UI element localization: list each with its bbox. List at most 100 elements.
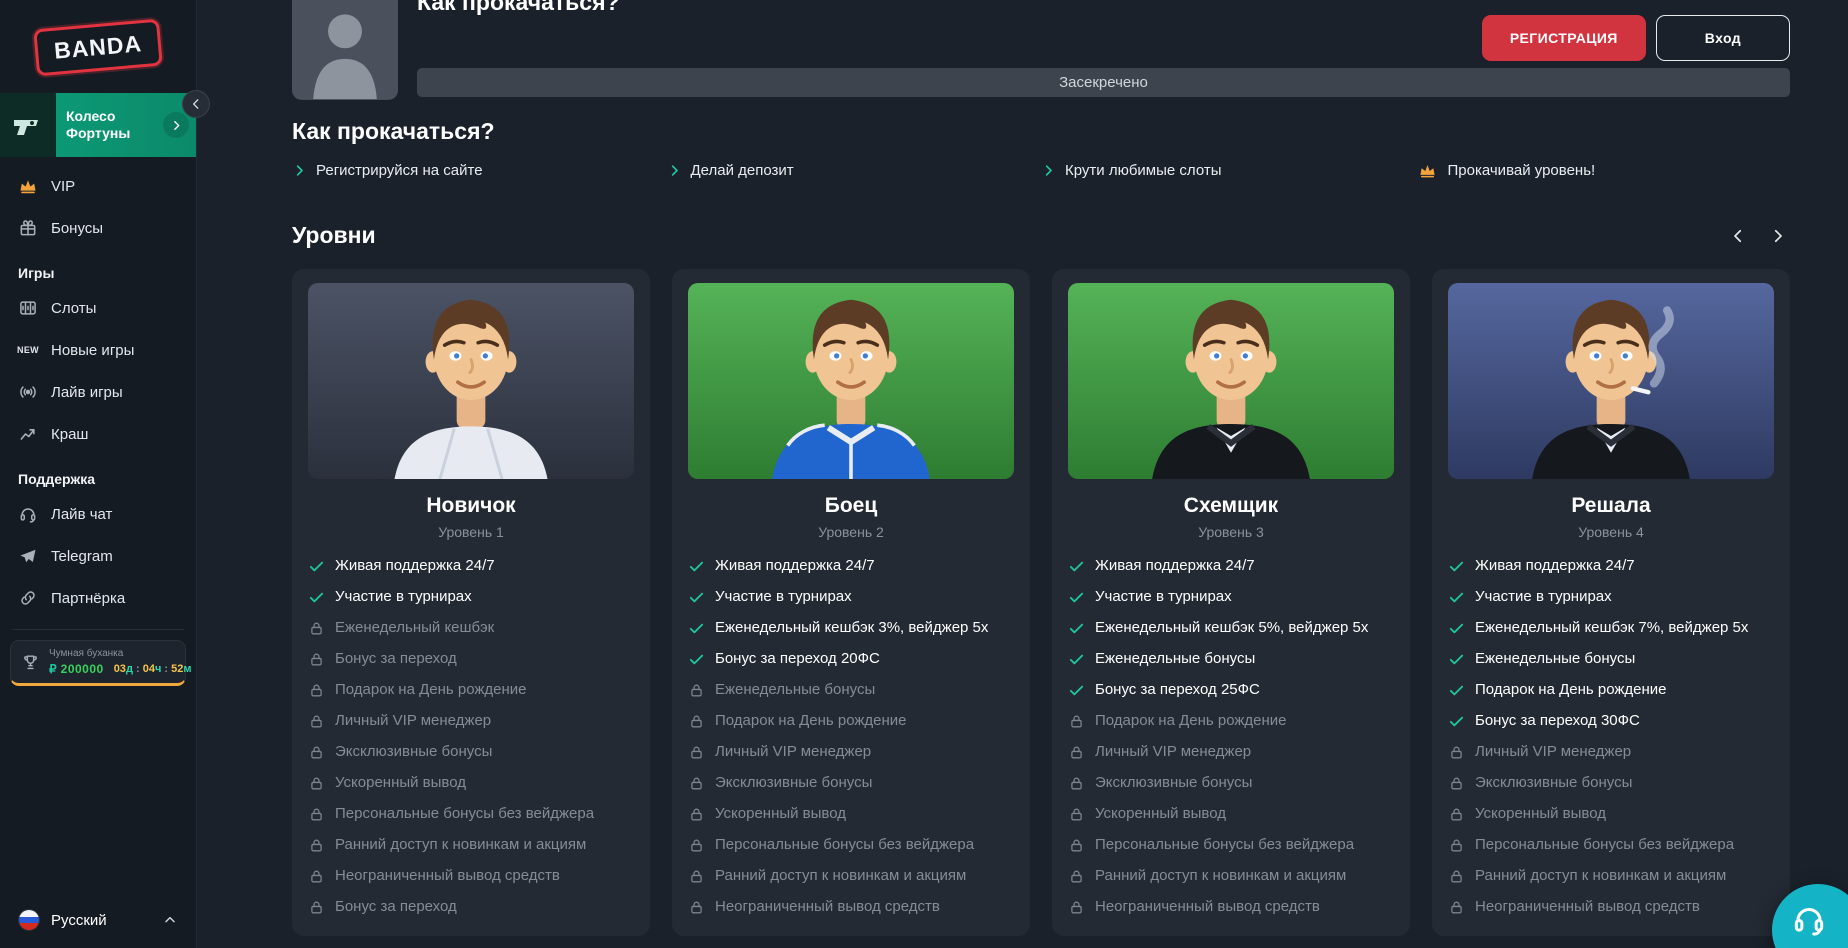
sidebar-item-vip[interactable]: VIP — [0, 165, 196, 207]
lock-icon — [688, 806, 705, 823]
lock-icon — [1068, 899, 1085, 916]
check-icon — [1068, 682, 1085, 699]
perk-item: Личный VIP менеджер — [1068, 743, 1394, 761]
perk-item: Бонус за переход 20ФС — [688, 650, 1014, 668]
tournament-promo-card[interactable]: Чумная буханка ₽ 200000 03д : 04ч : 52м — [10, 640, 186, 686]
levels-title: Уровни — [292, 222, 376, 249]
lock-icon — [1068, 837, 1085, 854]
level-card-3[interactable]: Схемщик Уровень 3 Живая поддержка 24/7 У… — [1052, 269, 1410, 936]
revolver-image — [0, 93, 56, 157]
lock-icon — [1448, 837, 1465, 854]
perk-item: Бонус за переход 30ФС — [1448, 712, 1774, 730]
perk-item: Живая поддержка 24/7 — [1068, 557, 1394, 575]
lock-icon — [1448, 806, 1465, 823]
live-icon — [18, 382, 38, 402]
level-card-1[interactable]: Новичок Уровень 1 Живая поддержка 24/7 У… — [292, 269, 650, 936]
lock-icon — [1068, 775, 1085, 792]
perk-list: Живая поддержка 24/7 Участие в турнирах … — [688, 557, 1014, 916]
perk-item: Эксклюзивные бонусы — [688, 774, 1014, 792]
check-icon — [1068, 620, 1085, 637]
sidebar-item-affiliate[interactable]: Партнёрка — [0, 577, 196, 619]
carousel-next-button[interactable] — [1766, 224, 1790, 248]
perk-item: Личный VIP менеджер — [308, 712, 634, 730]
crown-icon — [18, 176, 38, 196]
crown-icon — [1416, 161, 1439, 180]
sidebar-item-slots[interactable]: Слоты — [0, 287, 196, 329]
howto-steps: Регистрируйся на сайтеДелай депозитКрути… — [292, 161, 1790, 180]
wheel-banner-label: Колесо Фортуны — [66, 108, 130, 142]
sidebar-item-bonuses[interactable]: Бонусы — [0, 207, 196, 249]
chevron-up-icon — [162, 912, 178, 928]
brand-logo[interactable]: BANDA — [33, 19, 163, 77]
perk-item: Участие в турнирах — [308, 588, 634, 606]
perk-item: Ускоренный вывод — [688, 805, 1014, 823]
lock-icon — [308, 837, 325, 854]
perk-item: Персональные бонусы без вейджера — [308, 805, 634, 823]
level-number: Уровень 3 — [1068, 524, 1394, 540]
lock-icon — [1448, 899, 1465, 916]
language-label: Русский — [51, 912, 107, 929]
telegram-icon — [18, 546, 38, 566]
level-card-4[interactable]: Решала Уровень 4 Живая поддержка 24/7 Уч… — [1432, 269, 1790, 936]
lock-icon — [308, 899, 325, 916]
new-games-icon: NEW — [18, 340, 38, 360]
language-selector[interactable]: Русский — [0, 892, 196, 948]
perk-item: Ускоренный вывод — [308, 774, 634, 792]
lock-icon — [1068, 868, 1085, 885]
sidebar-item-crash[interactable]: Краш — [0, 413, 196, 455]
perk-item: Еженедельные бонусы — [1068, 650, 1394, 668]
lock-icon — [308, 775, 325, 792]
perk-item: Подарок на День рождение — [1448, 681, 1774, 699]
level-cards: Новичок Уровень 1 Живая поддержка 24/7 У… — [292, 269, 1790, 936]
check-icon — [1068, 589, 1085, 606]
sidebar-divider — [12, 629, 184, 630]
perk-item: Персональные бонусы без вейджера — [1448, 836, 1774, 854]
perk-item: Подарок на День рождение — [1068, 712, 1394, 730]
wheel-of-fortune-banner[interactable]: Колесо Фортуны — [0, 93, 196, 157]
perk-item: Ускоренный вывод — [1068, 805, 1394, 823]
lock-icon — [1068, 744, 1085, 761]
level-card-2[interactable]: Боец Уровень 2 Живая поддержка 24/7 Учас… — [672, 269, 1030, 936]
level-name: Боец — [688, 494, 1014, 518]
check-icon — [688, 620, 705, 637]
lock-icon — [688, 837, 705, 854]
level-name: Решала — [1448, 494, 1774, 518]
perk-item: Еженедельный кешбэк — [308, 619, 634, 637]
perk-item: Участие в турнирах — [1448, 588, 1774, 606]
login-button[interactable]: Вход — [1656, 15, 1790, 61]
sidebar-collapse-button[interactable] — [182, 90, 210, 118]
perk-item: Неограниченный вывод средств — [308, 867, 634, 885]
sidebar-item-live-games[interactable]: Лайв игры — [0, 371, 196, 413]
headset-icon — [18, 504, 38, 524]
perk-item: Ранний доступ к новинкам и акциям — [1448, 867, 1774, 885]
sidebar-item-live-chat[interactable]: Лайв чат — [0, 493, 196, 535]
sidebar-section-games: Игры — [0, 249, 196, 287]
chevron-right-icon — [667, 163, 682, 178]
carousel-prev-button[interactable] — [1726, 224, 1750, 248]
level-avatar-image — [688, 283, 1014, 479]
register-button[interactable]: РЕГИСТРАЦИЯ — [1482, 15, 1646, 61]
level-avatar-image — [1448, 283, 1774, 479]
level-avatar-image — [308, 283, 634, 479]
perk-item: Еженедельный кешбэк 3%, вейджер 5x — [688, 619, 1014, 637]
level-name: Новичок — [308, 494, 634, 518]
level-number: Уровень 4 — [1448, 524, 1774, 540]
lock-icon — [688, 775, 705, 792]
perk-item: Неограниченный вывод средств — [1448, 898, 1774, 916]
sidebar: BANDA Колесо Фортуны VIPБонусыИгрыСлотыN… — [0, 0, 197, 948]
chevron-left-icon — [1729, 227, 1747, 245]
perk-item: Ранний доступ к новинкам и акциям — [1068, 867, 1394, 885]
check-icon — [1448, 651, 1465, 668]
check-icon — [1448, 558, 1465, 575]
classified-bar: Засекречено — [417, 68, 1790, 97]
perk-item: Участие в турнирах — [1068, 588, 1394, 606]
sidebar-item-new-games[interactable]: NEWНовые игры — [0, 329, 196, 371]
secret-avatar-image — [292, 0, 398, 100]
check-icon — [688, 558, 705, 575]
lock-icon — [308, 744, 325, 761]
perk-item: Живая поддержка 24/7 — [1448, 557, 1774, 575]
ruble-icon: ₽ — [49, 662, 57, 676]
perk-item: Неограниченный вывод средств — [1068, 898, 1394, 916]
check-icon — [688, 651, 705, 668]
sidebar-item-telegram[interactable]: Telegram — [0, 535, 196, 577]
